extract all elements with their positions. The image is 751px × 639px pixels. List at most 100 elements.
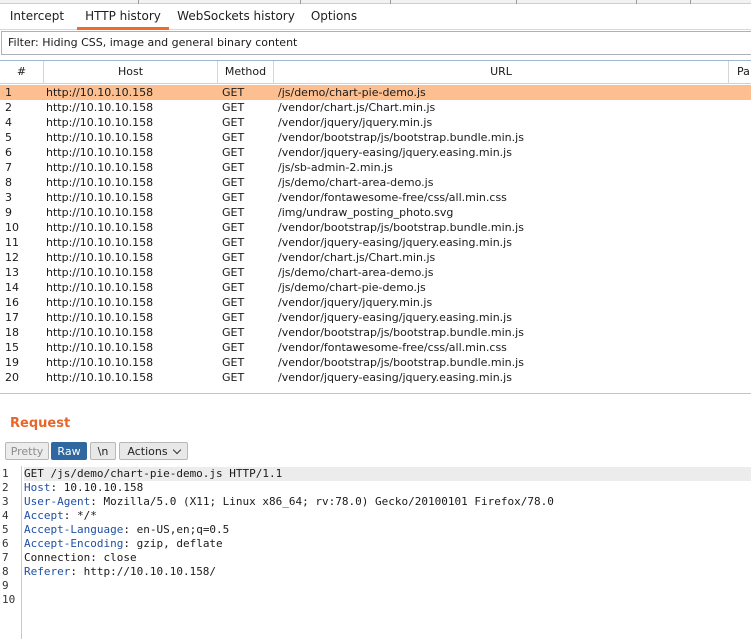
table-row[interactable]: 14 http://10.10.10.158 GET/js/demo/chart-p… <box>0 280 751 295</box>
tab-intercept[interactable]: Intercept <box>2 4 72 30</box>
header-name: User-Agent <box>24 495 91 508</box>
host-cell: http://10.10.10.158 <box>46 281 154 294</box>
row-number-cell: 9 <box>5 206 12 219</box>
table-row[interactable]: 11 http://10.10.10.158 GET/vendor/jquery-e… <box>0 235 751 250</box>
method-cell: GET <box>222 221 245 234</box>
header-value: : Mozilla/5.0 (X11; Linux x86_64; rv:78.… <box>90 495 554 508</box>
table-row[interactable]: 8 http://10.10.10.158 GET/js/demo/chart-ar… <box>0 175 751 190</box>
column-header-url[interactable]: URL <box>274 61 729 84</box>
method-cell: GET <box>222 86 245 99</box>
method-cell: GET <box>222 251 245 264</box>
table-row[interactable]: 12 http://10.10.10.158 GET/vendor/chart.js… <box>0 250 751 265</box>
table-row[interactable]: 20 http://10.10.10.158 GET/vendor/jquery-e… <box>0 370 751 385</box>
method-cell: GET <box>222 146 245 159</box>
method-cell: GET <box>222 326 245 339</box>
url-cell: /vendor/bootstrap/js/bootstrap.bundle.mi… <box>278 356 524 369</box>
table-row[interactable]: 9 http://10.10.10.158 GET/img/undraw_posti… <box>0 205 751 220</box>
table-row[interactable]: 5 http://10.10.10.158 GET/vendor/bootstrap… <box>0 130 751 145</box>
header-value: : 10.10.10.158 <box>50 481 144 494</box>
table-row[interactable]: 17 http://10.10.10.158 GET/vendor/jquery-e… <box>0 310 751 325</box>
newline-toggle-button[interactable]: \n <box>90 442 116 460</box>
header-value: GET /js/demo/chart-pie-demo.js HTTP/1.1 <box>24 467 283 480</box>
table-row[interactable]: 7 http://10.10.10.158 GET/js/sb-admin-2.mi… <box>0 160 751 175</box>
tab-http-history[interactable]: HTTP history <box>77 4 169 30</box>
header-name: Accept-Encoding <box>24 537 124 550</box>
tab-websockets-history[interactable]: WebSockets history <box>176 4 296 30</box>
row-number-cell: 4 <box>5 116 12 129</box>
line-number: 4 <box>2 509 9 522</box>
url-cell: /vendor/bootstrap/js/bootstrap.bundle.mi… <box>278 221 524 234</box>
request-line: Referer: http://10.10.10.158/ <box>24 565 216 579</box>
method-cell: GET <box>222 311 245 324</box>
table-row[interactable]: 2 http://10.10.10.158 GET/vendor/chart.js/… <box>0 100 751 115</box>
table-row[interactable]: 4 http://10.10.10.158 GET/vendor/jquery/jq… <box>0 115 751 130</box>
column-header-method[interactable]: Method <box>218 61 274 84</box>
filter-bar[interactable]: Filter: Hiding CSS, image and general bi… <box>1 31 751 55</box>
row-number-cell: 18 <box>5 326 19 339</box>
actions-dropdown-button[interactable]: Actions <box>119 442 188 460</box>
table-row[interactable]: 18 http://10.10.10.158 GET/vendor/bootstra… <box>0 325 751 340</box>
table-row[interactable]: 16 http://10.10.10.158 GET/vendor/jquery/j… <box>0 295 751 310</box>
line-number: 2 <box>2 481 9 494</box>
url-cell: /vendor/chart.js/Chart.min.js <box>278 251 436 264</box>
proxy-subtabs: Intercept HTTP history WebSockets histor… <box>0 4 751 30</box>
host-cell: http://10.10.10.158 <box>46 311 154 324</box>
url-cell: /vendor/bootstrap/js/bootstrap.bundle.mi… <box>278 131 524 144</box>
host-cell: http://10.10.10.158 <box>46 146 154 159</box>
table-row[interactable]: 13 http://10.10.10.158 GET/js/demo/chart-a… <box>0 265 751 280</box>
url-cell: /vendor/jquery-easing/jquery.easing.min.… <box>278 311 512 324</box>
method-cell: GET <box>222 116 245 129</box>
line-number: 1 <box>2 467 9 480</box>
method-cell: GET <box>222 296 245 309</box>
table-row[interactable]: 3 http://10.10.10.158 GET/vendor/fontaweso… <box>0 190 751 205</box>
column-header-number[interactable]: # <box>0 61 44 84</box>
url-cell: /vendor/chart.js/Chart.min.js <box>278 101 436 114</box>
host-cell: http://10.10.10.158 <box>46 86 154 99</box>
request-line: User-Agent: Mozilla/5.0 (X11; Linux x86_… <box>24 495 554 509</box>
host-cell: http://10.10.10.158 <box>46 161 154 174</box>
row-number-cell: 15 <box>5 341 19 354</box>
line-number: 6 <box>2 537 9 550</box>
request-line: GET /js/demo/chart-pie-demo.js HTTP/1.1 <box>24 467 751 481</box>
table-row[interactable]: 15 http://10.10.10.158 GET/vendor/fontawes… <box>0 340 751 355</box>
url-cell: /js/demo/chart-pie-demo.js <box>278 86 426 99</box>
header-value: : en-US,en;q=0.5 <box>123 523 230 536</box>
host-cell: http://10.10.10.158 <box>46 266 154 279</box>
request-editor[interactable]: 1 2 3 4 5 6 7 8 9 10 GET /js/demo/chart-pie-demo.… <box>0 466 751 639</box>
header-name: Accept <box>24 509 64 522</box>
column-header-params[interactable]: Pa <box>729 61 751 84</box>
request-line: Connection: close <box>24 551 137 565</box>
url-cell: /vendor/jquery/jquery.min.js <box>278 116 433 129</box>
host-cell: http://10.10.10.158 <box>46 191 154 204</box>
table-row[interactable]: 1 http://10.10.10.158 GET/js/demo/chart-pi… <box>0 85 751 100</box>
host-cell: http://10.10.10.158 <box>46 251 154 264</box>
row-number-cell: 12 <box>5 251 19 264</box>
table-row[interactable]: 6 http://10.10.10.158 GET/vendor/jquery-ea… <box>0 145 751 160</box>
host-cell: http://10.10.10.158 <box>46 116 154 129</box>
method-cell: GET <box>222 266 245 279</box>
request-panel-title: Request <box>10 416 71 431</box>
url-cell: /img/undraw_posting_photo.svg <box>278 206 454 219</box>
host-cell: http://10.10.10.158 <box>46 101 154 114</box>
row-number-cell: 19 <box>5 356 19 369</box>
header-name: Host <box>24 481 51 494</box>
host-cell: http://10.10.10.158 <box>46 206 154 219</box>
host-cell: http://10.10.10.158 <box>46 341 154 354</box>
table-row[interactable]: 19 http://10.10.10.158 GET/vendor/bootstra… <box>0 355 751 370</box>
header-value: : gzip, deflate <box>123 537 223 550</box>
tab-options[interactable]: Options <box>302 4 366 30</box>
method-cell: GET <box>222 161 245 174</box>
method-cell: GET <box>222 371 245 384</box>
table-row[interactable]: 10 http://10.10.10.158 GET/vendor/bootstra… <box>0 220 751 235</box>
raw-button[interactable]: Raw <box>51 442 87 460</box>
pretty-button[interactable]: Pretty <box>5 442 49 460</box>
host-cell: http://10.10.10.158 <box>46 356 154 369</box>
request-line: Host: 10.10.10.158 <box>24 481 143 495</box>
column-header-host[interactable]: Host <box>44 61 218 84</box>
line-number: 5 <box>2 523 9 536</box>
method-cell: GET <box>222 281 245 294</box>
row-number-cell: 16 <box>5 296 19 309</box>
line-number: 10 <box>2 593 16 606</box>
row-number-cell: 10 <box>5 221 19 234</box>
row-number-cell: 17 <box>5 311 19 324</box>
